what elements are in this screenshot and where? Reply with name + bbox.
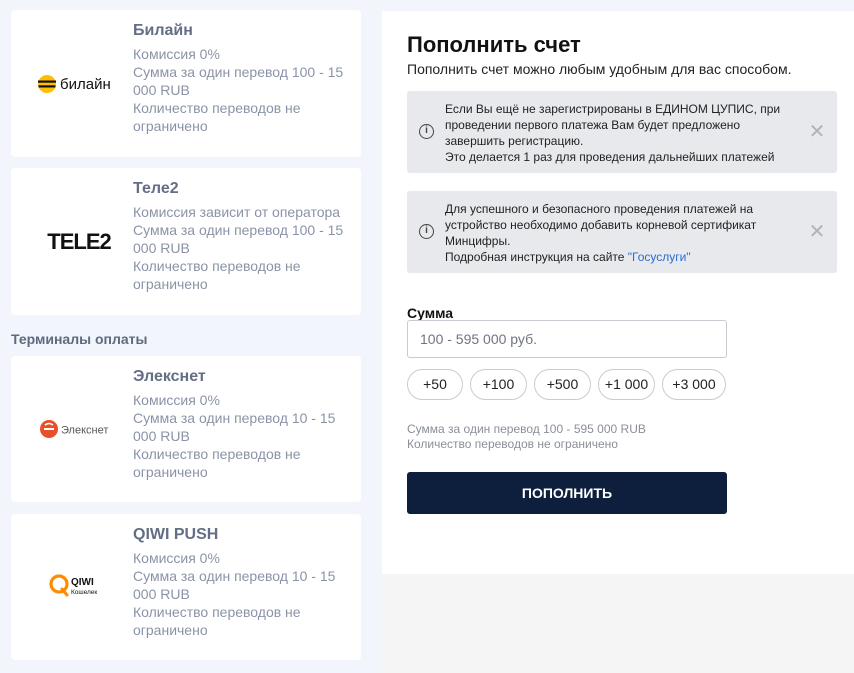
info-icon: i: [419, 224, 434, 239]
payment-methods-list: билайн Билайн Комиссия 0% Сумма за один …: [0, 0, 372, 673]
provider-card-qiwi[interactable]: QIWI Кошелек QIWI PUSH Комиссия 0% Сумма…: [11, 514, 361, 660]
sum-label: Сумма: [407, 305, 454, 321]
hint-line: Сумма за один перевод 100 - 595 000 RUB: [407, 422, 646, 436]
provider-commission: Комиссия 0%: [133, 550, 220, 566]
provider-card-tele2[interactable]: TELE2 Теле2 Комиссия зависит от оператор…: [11, 168, 361, 315]
provider-name: Теле2: [133, 180, 179, 197]
notice-text: Для успешного и безопасного проведения п…: [445, 201, 797, 265]
provider-count: Количество переводов не ограничено: [133, 604, 301, 638]
provider-count: Количество переводов не ограничено: [133, 258, 301, 292]
elecsnet-logo-icon: Элекснет: [40, 420, 108, 438]
svg-text:Кошелек: Кошелек: [71, 589, 97, 596]
svg-text:Элекснет: Элекснет: [61, 425, 108, 437]
info-icon: i: [419, 124, 434, 139]
amount-chip-500[interactable]: +500: [534, 369, 591, 400]
provider-limit: Сумма за один перевод 100 - 15 000 RUB: [133, 64, 344, 98]
amount-chip-3000[interactable]: +3 000: [662, 369, 726, 400]
provider-count: Количество переводов не ограничено: [133, 446, 301, 480]
sum-input[interactable]: [407, 320, 727, 358]
certificate-notice: i Для успешного и безопасного проведения…: [407, 191, 837, 273]
notice-line: Если Вы ещё не зарегистрированы в ЕДИНОМ…: [445, 102, 781, 148]
tele2-logo-text: TELE2: [47, 228, 111, 254]
provider-name: Билайн: [133, 22, 193, 39]
provider-commission: Комиссия 0%: [133, 46, 220, 62]
close-icon[interactable]: ✕: [807, 121, 827, 143]
amount-chip-1000[interactable]: +1 000: [598, 369, 655, 400]
registration-notice: i Если Вы ещё не зарегистрированы в ЕДИН…: [407, 91, 837, 173]
provider-name: Элекснет: [133, 368, 206, 385]
terminals-section-title: Терминалы оплаты: [11, 331, 148, 347]
beeline-logo: билайн: [29, 10, 129, 157]
provider-limit: Сумма за один перевод 10 - 15 000 RUB: [133, 568, 336, 602]
provider-card-elecsnet[interactable]: Элекснет Элекснет Комиссия 0% Сумма за о…: [11, 356, 361, 502]
notice-instruction: Подробная инструкция на сайте "Госуслуги…: [445, 249, 797, 265]
hint-line: Количество переводов не ограничено: [407, 437, 618, 451]
beeline-logo-icon: билайн: [38, 74, 111, 93]
provider-commission: Комиссия зависит от оператора: [133, 204, 341, 220]
page-subtitle: Пополнить счет можно любым удобным для в…: [407, 61, 792, 77]
instruction-prefix: Подробная инструкция на сайте: [445, 250, 628, 264]
tele2-logo: TELE2: [29, 168, 129, 315]
notice-text: Если Вы ещё не зарегистрированы в ЕДИНОМ…: [445, 101, 797, 165]
panel-footer-area: [382, 574, 854, 673]
provider-limit: Сумма за один перевод 100 - 15 000 RUB: [133, 222, 344, 256]
qiwi-logo: QIWI Кошелек: [29, 514, 129, 660]
svg-text:билайн: билайн: [60, 76, 111, 93]
amount-chip-50[interactable]: +50: [407, 369, 463, 400]
provider-card-beeline[interactable]: билайн Билайн Комиссия 0% Сумма за один …: [11, 10, 361, 157]
quick-amount-chips: +50 +100 +500 +1 000 +3 000: [407, 369, 726, 400]
notice-line: Для успешного и безопасного проведения п…: [445, 202, 757, 248]
sum-hint: Сумма за один перевод 100 - 595 000 RUB …: [407, 422, 646, 452]
provider-name: QIWI PUSH: [133, 526, 219, 543]
topup-submit-button[interactable]: ПОПОЛНИТЬ: [407, 472, 727, 514]
elecsnet-logo: Элекснет: [29, 356, 129, 502]
provider-commission: Комиссия 0%: [133, 392, 220, 408]
svg-text:QIWI: QIWI: [71, 577, 94, 588]
close-icon[interactable]: ✕: [807, 221, 827, 243]
page-title: Пополнить счет: [407, 32, 581, 57]
topup-panel: Пополнить счет Пополнить счет можно любы…: [382, 11, 854, 574]
amount-chip-100[interactable]: +100: [470, 369, 527, 400]
notice-line: Это делается 1 раз для проведения дальне…: [445, 150, 775, 164]
provider-limit: Сумма за один перевод 10 - 15 000 RUB: [133, 410, 336, 444]
qiwi-logo-icon: QIWI Кошелек: [49, 574, 97, 597]
provider-count: Количество переводов не ограничено: [133, 100, 301, 134]
gosuslugi-link[interactable]: "Госуслуги": [628, 250, 691, 264]
